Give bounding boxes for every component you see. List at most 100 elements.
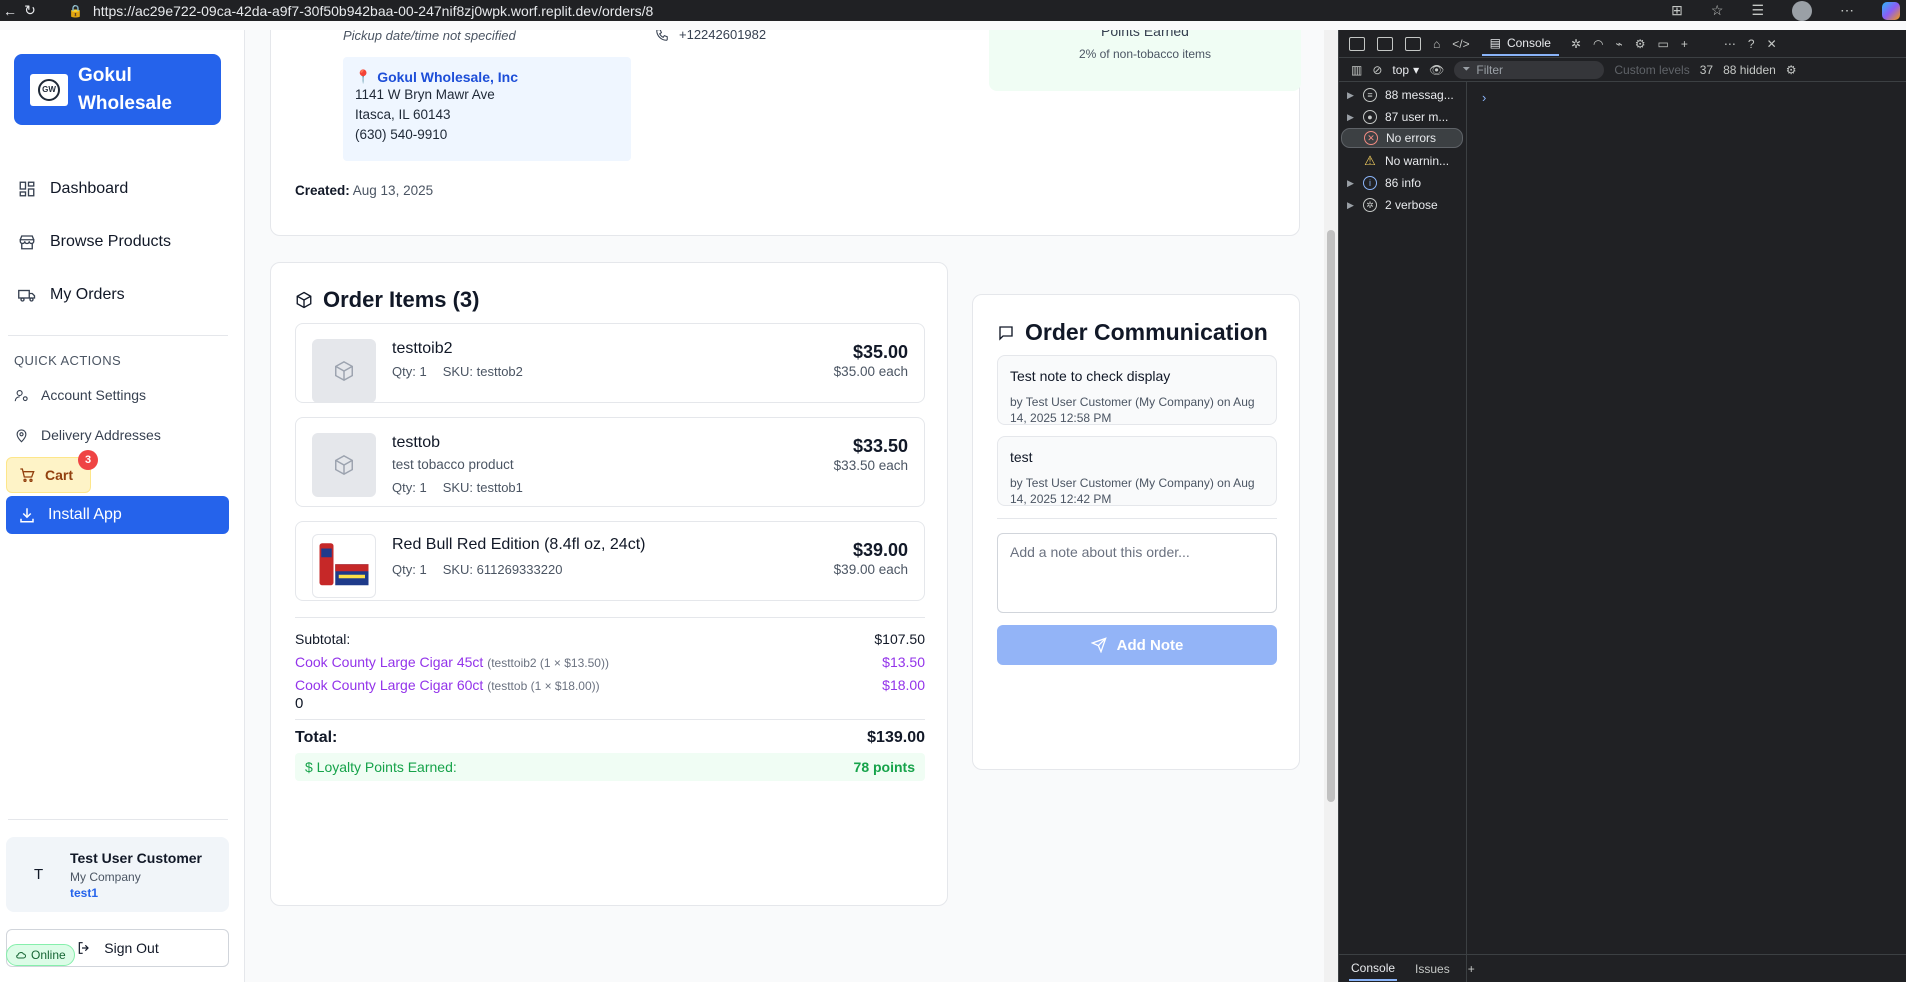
tax-value: $18.00 <box>882 677 925 693</box>
dock-icon[interactable] <box>1405 36 1421 51</box>
item-sku: SKU: testtob1 <box>442 480 523 495</box>
add-note-button[interactable]: Add Note <box>997 625 1277 665</box>
order-item-row[interactable]: Red Bull Red Edition (8.4fl oz, 24ct) Qt… <box>295 521 925 601</box>
page-scrollbar-thumb[interactable] <box>1327 230 1335 802</box>
device-toggle-icon[interactable] <box>1377 36 1393 51</box>
item-price: $33.50 <box>852 436 908 456</box>
browser-toolbar-icons: ⊞ ☆ ☰ ⋯ <box>1671 0 1906 21</box>
copilot-icon[interactable] <box>1882 1 1900 20</box>
item-unit-price: $33.50 each <box>833 458 908 473</box>
sidebar-item-dashboard[interactable]: Dashboard <box>18 180 128 198</box>
points-title: Points Earned <box>1101 30 1189 39</box>
console-filter-user-messages[interactable]: ▶ ● 87 user m... <box>1347 108 1463 126</box>
favorite-star-icon[interactable]: ☆ <box>1711 2 1724 19</box>
order-detail-main: Pickup date/time not specified +12242601… <box>246 30 1324 982</box>
collections-icon[interactable]: ☰ <box>1751 2 1764 19</box>
help-icon[interactable]: ? <box>1748 37 1755 51</box>
product-placeholder-icon <box>312 433 376 497</box>
inspect-icon[interactable] <box>1349 36 1365 51</box>
console-filter-warnings[interactable]: ⚠ No warnin... <box>1347 152 1463 170</box>
user-settings-icon <box>14 389 28 401</box>
console-filter-label: 2 verbose <box>1385 198 1438 212</box>
apps-icon[interactable]: ⊞ <box>1671 2 1683 19</box>
clear-console-icon[interactable]: ⊘ <box>1372 63 1382 77</box>
order-item-row[interactable]: testtob test tobacco product Qty: 1 SKU: … <box>295 417 925 507</box>
console-filter-label: No warnin... <box>1385 154 1450 168</box>
cart-icon <box>20 468 35 482</box>
expand-arrow-icon: ▶ <box>1347 89 1354 100</box>
subtotal-label: Subtotal: <box>295 631 351 647</box>
tab-console[interactable]: ▤ Console <box>1481 32 1559 56</box>
close-icon[interactable]: ✕ <box>1767 37 1777 51</box>
reload-icon[interactable]: ↻ <box>20 2 40 19</box>
console-filter-errors[interactable]: ✕ No errors <box>1341 128 1463 148</box>
cloud-icon <box>16 952 26 959</box>
add-drawer-tab-icon[interactable]: + <box>1468 962 1475 976</box>
brand-logo[interactable]: GW Gokul Wholesale <box>14 54 221 125</box>
live-expression-eye-icon[interactable]: 👁 <box>1429 63 1444 77</box>
url-text[interactable]: https://ac29e722-09ca-42da-a9f7-30f50b94… <box>93 3 653 19</box>
expand-arrow-icon: ▶ <box>1347 177 1354 188</box>
settings-gear-icon[interactable]: ⚙ <box>1635 37 1646 51</box>
more-tools-icon[interactable]: ⋯ <box>1724 37 1736 51</box>
add-tab-icon[interactable]: + <box>1681 37 1688 51</box>
lock-icon[interactable]: 🔒 <box>68 4 83 18</box>
sign-out-label: Sign Out <box>104 940 159 956</box>
sidebar-item-label: Dashboard <box>50 180 129 197</box>
phone-number: +12242601982 <box>679 30 767 42</box>
warning-icon: ⚠ <box>1364 153 1376 168</box>
online-status-badge: Online <box>6 944 75 966</box>
network-wifi-icon[interactable]: ◠ <box>1593 37 1603 51</box>
issues-count[interactable]: 37 <box>1700 63 1713 77</box>
console-sidebar: ▶ ≡ 88 messag... ▶ ● 87 user m... ✕ No errors… <box>1339 82 1467 982</box>
tax-detail: (testtob (1 × $18.00)) <box>487 679 600 693</box>
filter-input[interactable]: Filter <box>1454 60 1605 79</box>
item-unit-price: $35.00 each <box>833 364 908 379</box>
phone-icon <box>656 30 668 41</box>
sources-bug-icon[interactable]: ✲ <box>1571 37 1581 51</box>
tax-label: Cook County Large Cigar 45ct (testtoib2 … <box>295 654 609 670</box>
info-icon: i <box>1363 176 1377 190</box>
store-name: 📍 Gokul Wholesale, Inc <box>355 69 619 85</box>
sidebar-divider <box>8 335 228 336</box>
sidebar-item-browse-products[interactable]: Browse Products <box>18 233 171 251</box>
download-icon <box>20 508 34 523</box>
note-input[interactable] <box>997 533 1277 613</box>
back-icon[interactable]: ← <box>0 3 20 19</box>
total-divider <box>295 719 925 720</box>
console-filter-messages[interactable]: ▶ ≡ 88 messag... <box>1347 86 1463 104</box>
application-icon[interactable]: ▭ <box>1658 37 1669 51</box>
online-label: Online <box>31 948 66 962</box>
quick-action-delivery-addresses[interactable]: Delivery Addresses <box>14 427 161 443</box>
order-item-row[interactable]: testtoib2 Qty: 1 SKU: testtob2 $35.00 $35… <box>295 323 925 403</box>
welcome-home-icon[interactable]: ⌂ <box>1433 37 1440 51</box>
console-prompt[interactable]: › <box>1482 90 1486 105</box>
store-icon <box>18 233 36 251</box>
install-app-button[interactable]: Install App <box>6 496 229 534</box>
user-profile-card[interactable]: T Test User Customer My Company test1 <box>6 837 229 912</box>
console-icon: ▤ <box>1489 35 1501 50</box>
drawer-tab-issues[interactable]: Issues <box>1415 962 1450 976</box>
item-meta: Qty: 1 SKU: testtob2 <box>392 364 523 379</box>
performance-icon[interactable]: ⌁ <box>1616 37 1623 51</box>
quick-action-account-settings[interactable]: Account Settings <box>14 387 146 403</box>
product-placeholder-icon <box>312 339 376 403</box>
note-text: test <box>1010 449 1033 465</box>
drawer-tab-console[interactable]: Console <box>1349 957 1398 981</box>
subtotal-row: Subtotal: $107.50 <box>295 631 925 647</box>
log-levels-dropdown[interactable]: Custom levels <box>1614 63 1689 77</box>
order-communication-title: Order Communication <box>1025 319 1268 345</box>
note-item: Test note to check display by Test User … <box>997 355 1277 425</box>
sidebar-toggle-icon[interactable]: ▥ <box>1351 63 1362 77</box>
sidebar: GW Gokul Wholesale Dashboard Browse Prod… <box>0 30 245 982</box>
console-settings-gear-icon[interactable]: ⚙ <box>1786 63 1797 77</box>
elements-tab-icon[interactable]: </> <box>1452 37 1469 51</box>
console-filter-info[interactable]: ▶ i 86 info <box>1347 174 1463 192</box>
logout-icon <box>78 942 90 954</box>
user-icon: ● <box>1363 110 1377 124</box>
profile-avatar[interactable] <box>1792 0 1812 21</box>
more-menu-icon[interactable]: ⋯ <box>1840 2 1854 19</box>
sidebar-item-my-orders[interactable]: My Orders <box>18 286 125 304</box>
context-selector[interactable]: top ▾ <box>1392 63 1419 77</box>
console-filter-verbose[interactable]: ▶ ✲ 2 verbose <box>1347 196 1463 214</box>
